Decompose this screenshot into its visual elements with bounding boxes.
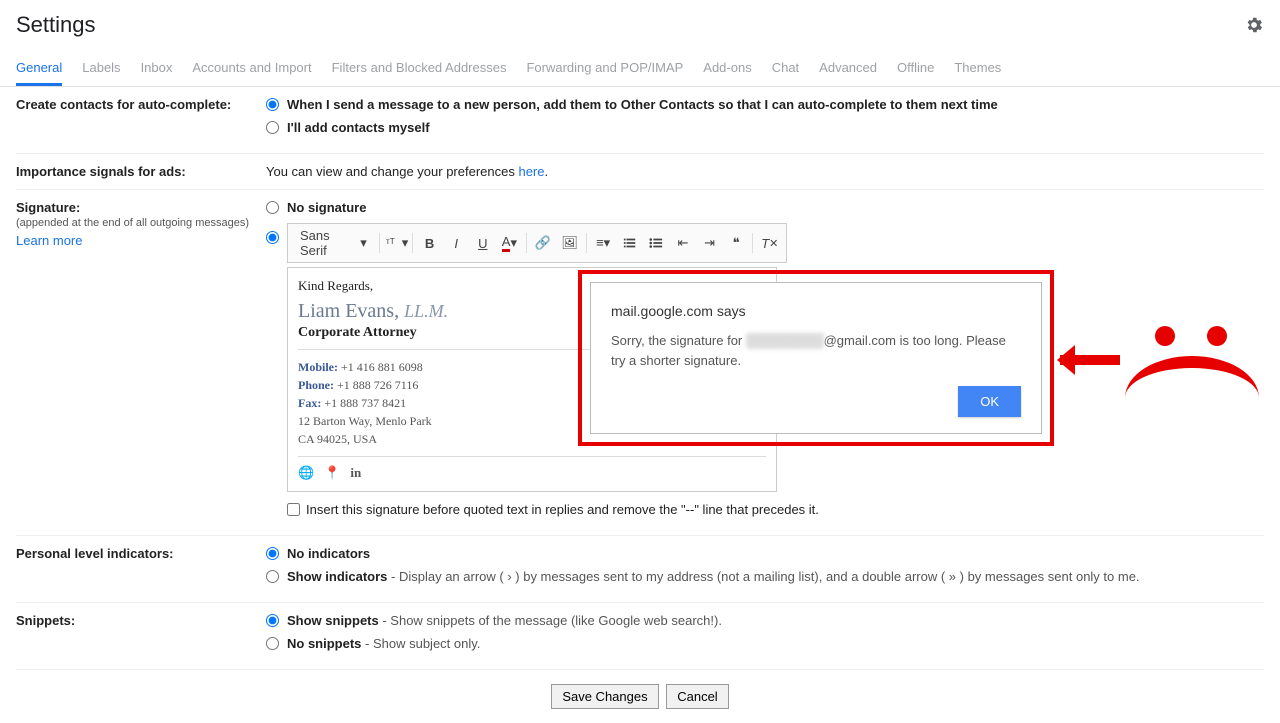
- contacts-label: Create contacts for auto-complete:: [16, 97, 266, 143]
- contacts-radio-2[interactable]: [266, 121, 279, 134]
- tab-addons[interactable]: Add-ons: [703, 52, 751, 86]
- font-select[interactable]: Sans Serif▾: [292, 228, 375, 258]
- row-indicators: Personal level indicators: No indicators…: [16, 536, 1264, 603]
- cancel-button[interactable]: Cancel: [666, 684, 728, 709]
- row-contacts: Create contacts for auto-complete: When …: [16, 87, 1264, 154]
- text-color-icon[interactable]: A▾: [497, 231, 522, 255]
- signature-sub: (appended at the end of all outgoing mes…: [16, 217, 266, 229]
- tab-labels[interactable]: Labels: [82, 52, 120, 86]
- dialog-message: Sorry, the signature for ████████@gmail.…: [611, 331, 1021, 386]
- sig-social: 🌐 📍 in: [298, 456, 766, 481]
- indicators-label: Personal level indicators:: [16, 546, 266, 592]
- tab-chat[interactable]: Chat: [772, 52, 799, 86]
- sig-contact: Mobile: +1 416 881 6098 Phone: +1 888 72…: [298, 358, 626, 448]
- signature-none[interactable]: No signature: [266, 200, 1264, 215]
- quote-icon[interactable]: ❝: [724, 231, 749, 255]
- underline-icon[interactable]: U: [470, 231, 495, 255]
- page-title: Settings: [16, 12, 96, 38]
- importance-text: You can view and change your preferences: [266, 164, 518, 179]
- indicators-radio-2[interactable]: [266, 570, 279, 583]
- tab-inbox[interactable]: Inbox: [141, 52, 173, 86]
- tab-general[interactable]: General: [16, 52, 62, 86]
- contacts-opt1[interactable]: When I send a message to a new person, a…: [266, 97, 1264, 112]
- tab-forwarding[interactable]: Forwarding and POP/IMAP: [526, 52, 683, 86]
- annotation-sad-face: [1125, 320, 1265, 400]
- signature-label: Signature: (appended at the end of all o…: [16, 200, 266, 525]
- snippets-label: Snippets:: [16, 613, 266, 659]
- tab-accounts[interactable]: Accounts and Import: [192, 52, 311, 86]
- annotation-arrow: [1060, 355, 1120, 365]
- link-icon[interactable]: 🔗: [531, 231, 556, 255]
- bullet-list-icon[interactable]: [644, 231, 669, 255]
- location-icon[interactable]: 📍: [324, 465, 340, 481]
- outdent-icon[interactable]: ⇤: [671, 231, 696, 255]
- linkedin-icon[interactable]: in: [350, 465, 361, 481]
- indicators-radio-1[interactable]: [266, 547, 279, 560]
- tab-filters[interactable]: Filters and Blocked Addresses: [332, 52, 507, 86]
- italic-icon[interactable]: I: [444, 231, 469, 255]
- gear-icon[interactable]: [1244, 15, 1264, 35]
- signature-learn-more[interactable]: Learn more: [16, 233, 266, 248]
- clear-format-icon[interactable]: T✕: [757, 231, 782, 255]
- snippets-radio-2[interactable]: [266, 637, 279, 650]
- dialog-title: mail.google.com says: [611, 303, 1021, 319]
- ok-button[interactable]: OK: [958, 386, 1021, 417]
- importance-label: Importance signals for ads:: [16, 164, 266, 179]
- indicators-opt1[interactable]: No indicators: [266, 546, 1264, 561]
- signature-radio-custom[interactable]: [266, 231, 279, 244]
- snippets-radio-1[interactable]: [266, 614, 279, 627]
- snippets-opt1[interactable]: Show snippets - Show snippets of the mes…: [266, 613, 1264, 628]
- align-icon[interactable]: ≡▾: [591, 231, 616, 255]
- tab-advanced[interactable]: Advanced: [819, 52, 877, 86]
- row-snippets: Snippets: Show snippets - Show snippets …: [16, 603, 1264, 670]
- tabs-bar: General Labels Inbox Accounts and Import…: [0, 52, 1280, 87]
- font-size-icon[interactable]: ᴛT▾: [384, 231, 409, 255]
- save-row: Save Changes Cancel: [16, 670, 1264, 723]
- svg-text:ᴛT: ᴛT: [386, 237, 395, 246]
- insert-checkbox[interactable]: [287, 503, 300, 516]
- insert-before-quoted[interactable]: Insert this signature before quoted text…: [287, 502, 819, 517]
- indent-icon[interactable]: ⇥: [697, 231, 722, 255]
- tab-themes[interactable]: Themes: [954, 52, 1001, 86]
- contacts-radio-1[interactable]: [266, 98, 279, 111]
- www-icon[interactable]: 🌐: [298, 465, 314, 481]
- bold-icon[interactable]: B: [417, 231, 442, 255]
- editor-toolbar: Sans Serif▾ ᴛT▾ B I U A▾ 🔗 🖼 ≡▾: [287, 223, 787, 263]
- numbered-list-icon[interactable]: [617, 231, 642, 255]
- importance-link[interactable]: here: [518, 164, 544, 179]
- contacts-opt2[interactable]: I'll add contacts myself: [266, 120, 1264, 135]
- row-importance: Importance signals for ads: You can view…: [16, 154, 1264, 190]
- tab-offline[interactable]: Offline: [897, 52, 934, 86]
- signature-radio-none[interactable]: [266, 201, 279, 214]
- snippets-opt2[interactable]: No snippets - Show subject only.: [266, 636, 1264, 651]
- alert-dialog: mail.google.com says Sorry, the signatur…: [590, 282, 1042, 434]
- image-icon[interactable]: 🖼: [557, 231, 582, 255]
- indicators-opt2[interactable]: Show indicators - Display an arrow ( › )…: [266, 569, 1264, 584]
- save-button[interactable]: Save Changes: [551, 684, 658, 709]
- annotation-highlight-box: mail.google.com says Sorry, the signatur…: [578, 270, 1054, 446]
